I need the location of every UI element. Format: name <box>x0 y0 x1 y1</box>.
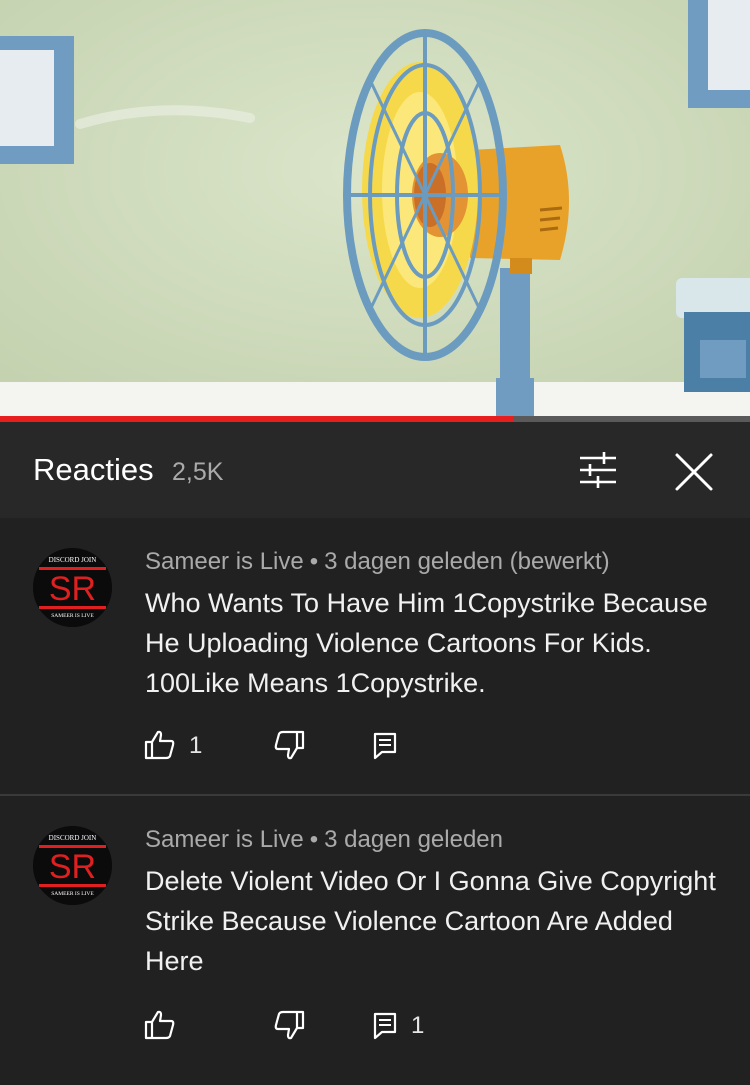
author-name[interactable]: Sameer is Live <box>145 826 304 853</box>
comment-timestamp: 3 dagen geleden <box>324 826 503 853</box>
filter-icon <box>580 452 616 488</box>
meta-separator: • <box>309 548 319 575</box>
comment-item: DISCORD JOIN SR SAMEER IS LIVE Sameer is… <box>0 796 750 1085</box>
comment-meta: Sameer is Live • 3 dagen geleden (bewerkt) <box>145 548 610 576</box>
reply-button[interactable] <box>368 1008 402 1042</box>
comment-actions: 1 <box>0 728 750 768</box>
comment-text: Delete Violent Video Or I Gonna Give Cop… <box>145 866 716 976</box>
comment-item: DISCORD JOIN SR SAMEER IS LIVE Sameer is… <box>0 518 750 794</box>
like-button[interactable] <box>143 1008 177 1042</box>
svg-text:SR: SR <box>49 848 96 886</box>
avatar[interactable]: DISCORD JOIN SR SAMEER IS LIVE <box>33 548 112 627</box>
thumbs-down-icon <box>274 1010 305 1040</box>
svg-text:SAMEER IS LIVE: SAMEER IS LIVE <box>51 613 94 619</box>
channel-logo: DISCORD JOIN SR SAMEER IS LIVE <box>33 826 112 905</box>
channel-logo: DISCORD JOIN SR SAMEER IS LIVE <box>33 548 112 627</box>
reply-icon <box>373 732 397 760</box>
comment-timestamp: 3 dagen geleden (bewerkt) <box>324 548 610 575</box>
like-button[interactable] <box>143 728 177 762</box>
reply-button[interactable] <box>368 728 402 762</box>
thumbs-down-icon <box>274 730 305 760</box>
reply-count: 1 <box>411 1012 425 1039</box>
comment-actions: 1 <box>0 1008 750 1048</box>
svg-text:SR: SR <box>49 570 96 608</box>
like-count: 1 <box>189 732 203 759</box>
comment-text: Who Wants To Have Him 1Copystrike Becaus… <box>145 588 708 698</box>
comments-count: 2,5K <box>172 458 224 486</box>
close-icon <box>675 453 713 491</box>
thumbs-up-icon <box>144 1010 175 1040</box>
comment-meta: Sameer is Live • 3 dagen geleden <box>145 826 503 854</box>
dislike-button[interactable] <box>272 1008 306 1042</box>
video-frame-illustration <box>0 0 750 422</box>
svg-text:SAMEER IS LIVE: SAMEER IS LIVE <box>51 891 94 897</box>
thumbs-up-icon <box>144 730 175 760</box>
svg-text:DISCORD JOIN: DISCORD JOIN <box>49 834 97 842</box>
comments-header: Reacties 2,5K <box>0 422 750 518</box>
author-name[interactable]: Sameer is Live <box>145 548 304 575</box>
dislike-button[interactable] <box>272 728 306 762</box>
meta-separator: • <box>309 826 319 853</box>
svg-text:DISCORD JOIN: DISCORD JOIN <box>49 556 97 564</box>
comments-title: Reacties <box>33 452 154 487</box>
avatar[interactable]: DISCORD JOIN SR SAMEER IS LIVE <box>33 826 112 905</box>
sort-filter-button[interactable] <box>574 448 622 492</box>
video-player[interactable] <box>0 0 750 422</box>
close-comments-button[interactable] <box>668 446 720 498</box>
reply-icon <box>373 1012 397 1040</box>
